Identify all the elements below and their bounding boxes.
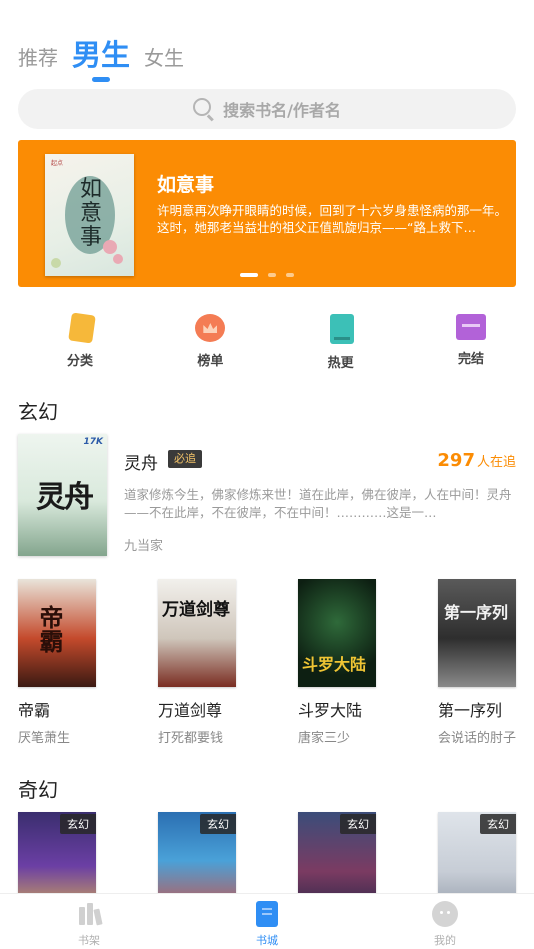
banner-pagination <box>18 273 516 277</box>
bookshelf-icon <box>76 901 103 927</box>
category-classify[interactable]: 分类 <box>66 312 96 371</box>
book-card[interactable]: 帝霸 帝霸 厌笔萧生 <box>18 579 96 746</box>
cover-title-art: 第一序列 <box>444 603 509 622</box>
book-card[interactable]: 斗罗大陆 斗罗大陆 唐家三少 <box>298 579 376 746</box>
book-cover: 帝霸 <box>18 579 96 687</box>
bottom-navigation: 书架 书城 我的 <box>0 893 534 949</box>
profile-icon <box>432 901 458 927</box>
banner-description: 许明意再次睁开眼睛的时候，回到了十六岁身患怪病的那一年。这时，她那老当益壮的祖父… <box>157 203 508 235</box>
search-bar[interactable]: 搜索书名/作者名 <box>18 89 516 129</box>
cover-title-art: 万道剑尊 <box>162 600 230 620</box>
follower-count-unit: 人在追 <box>476 455 516 470</box>
nav-label: 书城 <box>256 934 278 947</box>
nav-bookstore[interactable]: 书城 <box>178 894 356 949</box>
ranking-icon <box>195 314 226 342</box>
category-label: 分类 <box>66 354 93 369</box>
book-author: 唐家三少 <box>298 731 351 746</box>
banner-dot <box>286 273 294 277</box>
category-hot-update[interactable]: 热更 <box>327 314 355 371</box>
book-card[interactable]: 第一序列 第一序列 会说话的肘子 <box>438 579 516 746</box>
book-author: 打死都要钱 <box>158 731 224 746</box>
cover-logo: 17K <box>83 437 104 447</box>
featured-book-description: 道家修炼今生，佛家修炼来世！道在此岸，佛在彼岸，人在中间！灵舟——不在此岸，不在… <box>124 487 512 520</box>
genre-tag: 玄幻 <box>200 814 236 834</box>
banner-cover-title: 如意事 <box>79 177 102 250</box>
genre-tag: 玄幻 <box>480 814 516 834</box>
tab-male-label: 男生 <box>72 38 131 72</box>
hot-update-icon <box>329 314 354 344</box>
nav-profile[interactable]: 我的 <box>356 894 534 949</box>
category-icon <box>67 312 96 344</box>
search-icon <box>193 98 215 122</box>
bookstore-icon <box>256 901 278 927</box>
must-read-badge: 必追 <box>168 450 202 468</box>
nav-label: 我的 <box>434 934 456 947</box>
book-cover: 第一序列 <box>438 579 516 687</box>
category-label: 完结 <box>457 352 484 367</box>
follower-count-number: 297 <box>437 450 475 471</box>
cover-publisher-mark: 起点 <box>51 160 64 167</box>
book-card[interactable]: 万道剑尊 万道剑尊 打死都要钱 <box>158 579 236 746</box>
book-author: 厌笔萧生 <box>18 731 71 746</box>
nav-label: 书架 <box>78 934 100 947</box>
book-grid-xuanhuan: 帝霸 帝霸 厌笔萧生 万道剑尊 万道剑尊 打死都要钱 斗罗大陆 斗罗大陆 唐家三… <box>18 579 516 746</box>
follower-count: 297 人在追 <box>437 450 516 471</box>
banner-book-cover[interactable]: 起点 如意事 <box>45 154 134 276</box>
top-tab-bar: 推荐 男生 女生 <box>18 30 198 82</box>
section-title-qihuan: 奇幻 <box>18 778 58 802</box>
book-cover: 斗罗大陆 <box>298 579 376 687</box>
cover-title-art: 帝霸 <box>35 605 64 653</box>
category-label: 榜单 <box>197 354 224 369</box>
book-title: 第一序列 <box>438 701 503 720</box>
active-tab-indicator <box>92 77 110 82</box>
search-placeholder: 搜索书名/作者名 <box>223 101 341 120</box>
banner-title: 如意事 <box>157 174 215 196</box>
featured-cover-title: 灵舟 <box>36 480 94 515</box>
genre-tag: 玄幻 <box>60 814 96 834</box>
nav-bookshelf[interactable]: 书架 <box>0 894 178 949</box>
tab-recommend[interactable]: 推荐 <box>18 48 58 80</box>
promo-banner[interactable]: 起点 如意事 如意事 许明意再次睁开眼睛的时候，回到了十六岁身患怪病的那一年。这… <box>18 140 516 287</box>
banner-dot <box>268 273 276 277</box>
banner-dot-active <box>240 273 258 277</box>
completed-icon <box>455 314 486 340</box>
book-title: 万道剑尊 <box>158 701 223 720</box>
book-author: 会说话的肘子 <box>438 731 517 746</box>
category-label: 热更 <box>327 356 354 371</box>
featured-book-cover[interactable]: 17K 灵舟 <box>18 434 107 556</box>
tab-female[interactable]: 女生 <box>144 48 184 80</box>
book-cover: 万道剑尊 <box>158 579 236 687</box>
featured-book-author: 九当家 <box>124 539 164 554</box>
category-ranking[interactable]: 榜单 <box>195 314 226 371</box>
category-completed[interactable]: 完结 <box>455 314 486 371</box>
section-title-xuanhuan: 玄幻 <box>18 400 58 424</box>
cover-title-art: 斗罗大陆 <box>302 655 367 674</box>
book-title: 斗罗大陆 <box>298 701 363 720</box>
book-title: 帝霸 <box>18 701 51 720</box>
featured-book-title[interactable]: 灵舟 <box>124 449 158 474</box>
genre-tag: 玄幻 <box>340 814 376 834</box>
category-shortcuts: 分类 榜单 热更 完结 <box>18 312 516 371</box>
tab-male[interactable]: 男生 <box>72 38 131 82</box>
